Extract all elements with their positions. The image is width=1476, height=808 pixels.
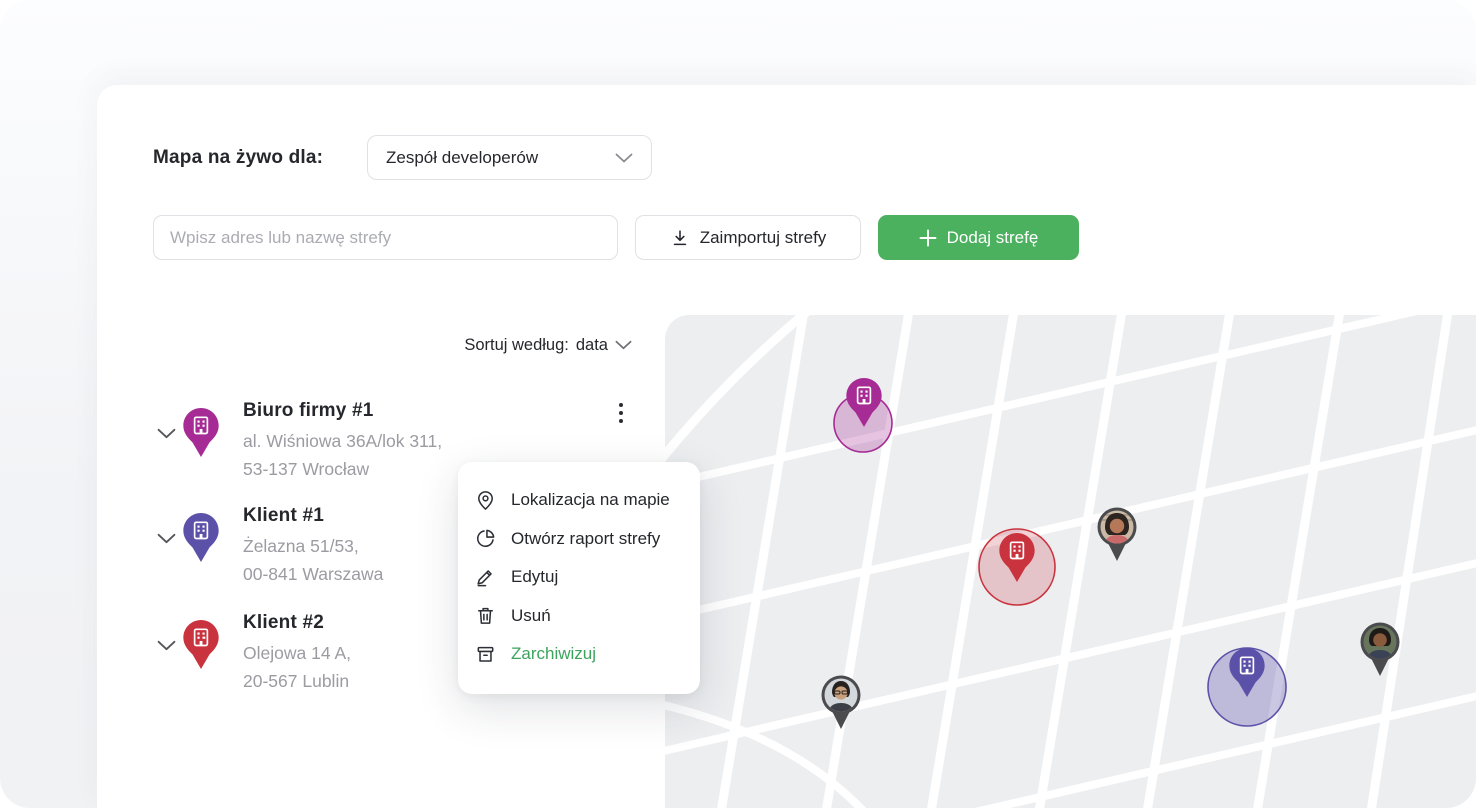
zone-name: Klient #2 bbox=[243, 612, 351, 634]
zone-address: al. Wiśniowa 36A/lok 311,53-137 Wrocław bbox=[243, 427, 442, 483]
menu-item-delete[interactable]: Usuń bbox=[458, 597, 700, 636]
archive-icon bbox=[474, 643, 497, 666]
zone-search-box bbox=[153, 215, 618, 260]
menu-item-edit[interactable]: Edytuj bbox=[458, 558, 700, 597]
team-selector-dropdown[interactable]: Zespół developerów bbox=[367, 135, 652, 180]
import-zones-button[interactable]: Zaimportuj strefy bbox=[635, 215, 861, 260]
zone-options-kebab-icon[interactable] bbox=[609, 395, 633, 431]
main-panel: Mapa na żywo dla: Zespół developerów Zai… bbox=[97, 85, 1476, 808]
zone-pin-icon bbox=[181, 511, 221, 569]
menu-item-open-zone-report[interactable]: Otwórz raport strefy bbox=[458, 520, 700, 559]
team-selector-value: Zespół developerów bbox=[386, 148, 538, 168]
expand-chevron-icon[interactable] bbox=[157, 426, 176, 444]
pencil-icon bbox=[474, 566, 497, 589]
live-map[interactable] bbox=[665, 315, 1476, 808]
map-roads bbox=[665, 315, 1476, 808]
zone-address: Olejowa 14 A,20-567 Lublin bbox=[243, 639, 351, 695]
zone-pin-icon bbox=[181, 406, 221, 464]
location-pin-icon bbox=[474, 489, 497, 512]
sort-control[interactable]: Sortuj według: data bbox=[397, 334, 632, 356]
chevron-down-icon bbox=[615, 153, 633, 163]
trash-icon bbox=[474, 604, 497, 627]
zone-name: Biuro firmy #1 bbox=[243, 400, 442, 422]
pie-chart-icon bbox=[474, 527, 497, 550]
agent-avatar-marker-3[interactable] bbox=[819, 673, 863, 731]
plus-icon bbox=[919, 229, 937, 247]
zone-name: Klient #1 bbox=[243, 505, 383, 527]
app-canvas: Mapa na żywo dla: Zespół developerów Zai… bbox=[0, 0, 1476, 808]
add-zone-label: Dodaj strefę bbox=[947, 228, 1039, 248]
chevron-down-icon bbox=[615, 340, 632, 350]
zone-address: Żelazna 51/53,00-841 Warszawa bbox=[243, 532, 383, 588]
expand-chevron-icon[interactable] bbox=[157, 638, 176, 656]
search-input[interactable] bbox=[170, 228, 601, 248]
agent-avatar-marker-1[interactable] bbox=[1095, 505, 1139, 563]
sort-value: data bbox=[576, 336, 608, 355]
import-zones-label: Zaimportuj strefy bbox=[700, 228, 827, 248]
page-title: Mapa na żywo dla: bbox=[153, 147, 323, 169]
zone-context-menu: Lokalizacja na mapie Otwórz raport stref… bbox=[458, 462, 700, 694]
zone-pin-icon bbox=[181, 618, 221, 676]
menu-item-locate-on-map[interactable]: Lokalizacja na mapie bbox=[458, 481, 700, 520]
sort-label: Sortuj według: bbox=[464, 336, 569, 355]
add-zone-button[interactable]: Dodaj strefę bbox=[878, 215, 1079, 260]
expand-chevron-icon[interactable] bbox=[157, 531, 176, 549]
menu-item-archive[interactable]: Zarchiwizuj bbox=[458, 635, 700, 674]
map-pin-client-2[interactable] bbox=[997, 531, 1037, 584]
download-icon bbox=[670, 228, 690, 248]
agent-avatar-marker-2[interactable] bbox=[1358, 620, 1402, 678]
map-pin-client-1[interactable] bbox=[1227, 646, 1267, 699]
map-pin-company-office[interactable] bbox=[844, 376, 884, 429]
